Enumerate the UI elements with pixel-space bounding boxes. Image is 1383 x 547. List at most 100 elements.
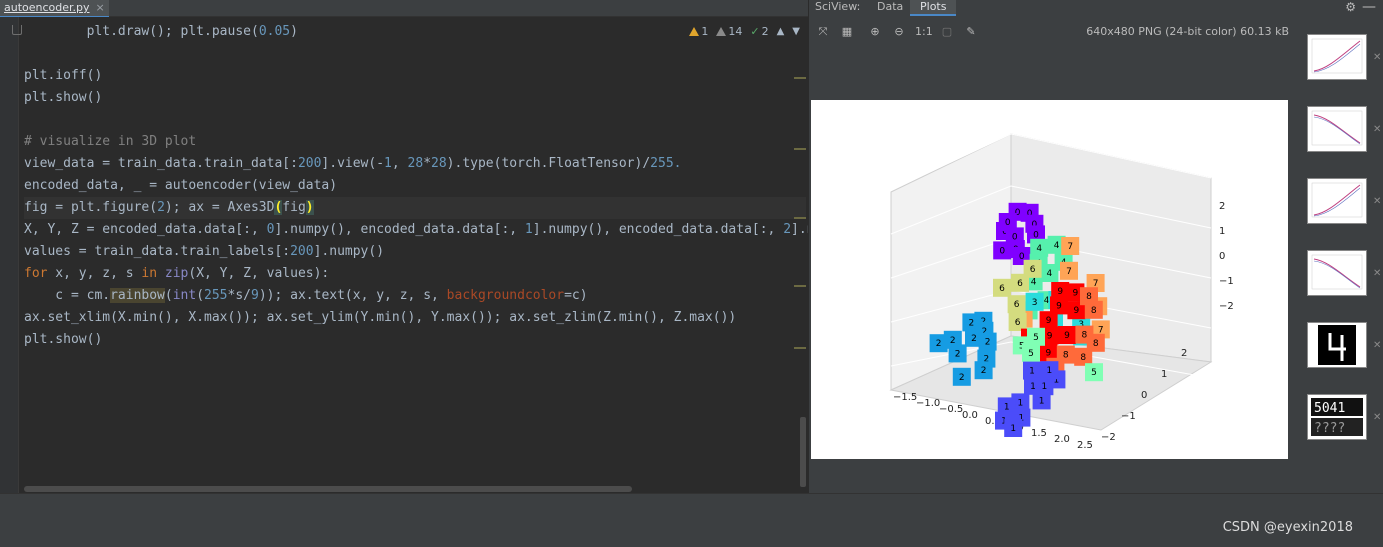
plot-thumbnail[interactable] — [1307, 34, 1367, 80]
data-point-label: 7 — [1061, 237, 1080, 255]
code-line[interactable]: X, Y, Z = encoded_data.data[:, 0].numpy(… — [24, 219, 861, 241]
code-editor[interactable]: 1 14 ✓ 2 ▲ ▼ plt.draw(); plt.pause(0.05) … — [0, 17, 861, 493]
zoom-out-icon[interactable]: ⊖ — [891, 24, 907, 40]
y-tick-label: 2 — [1181, 348, 1187, 359]
y-tick-label: 1 — [1161, 369, 1167, 380]
tab-plots[interactable]: Plots — [910, 0, 957, 16]
code-line[interactable]: encoded_data, _ = autoencoder(view_data) — [24, 175, 806, 197]
data-point-text: 5 — [1033, 333, 1039, 343]
status-bar — [0, 493, 1383, 516]
code-line[interactable]: plt.draw(); plt.pause(0.05) — [24, 21, 806, 43]
data-point-text: 1 — [1004, 402, 1010, 412]
color-picker-icon[interactable]: ✎ — [963, 24, 979, 40]
data-point-text: 6 — [999, 284, 1005, 294]
code-line[interactable]: plt.show() — [24, 329, 806, 351]
data-point-text: 6 — [1015, 318, 1021, 328]
data-point-label: 3 — [1025, 292, 1044, 311]
code-content[interactable]: plt.draw(); plt.pause(0.05) plt.ioff() pl… — [24, 21, 861, 351]
code-line[interactable]: values = train_data.train_labels[:200].n… — [24, 241, 806, 263]
plot-thumbnail[interactable] — [1307, 250, 1367, 296]
actual-size-button[interactable]: 1:1 — [915, 24, 933, 40]
chessboard-icon[interactable]: ▢ — [939, 24, 955, 40]
sciview-title: SciView: — [815, 0, 861, 13]
code-line[interactable]: ax.set_xlim(X.min(), X.max()); ax.set_yl… — [24, 307, 806, 329]
y-tick-label: 0 — [1141, 390, 1147, 401]
data-point-text: 6 — [1030, 265, 1036, 275]
remove-thumbnail-icon[interactable]: ✕ — [1373, 124, 1381, 135]
data-point-text: 1 — [1010, 424, 1016, 434]
data-point-text: 2 — [985, 338, 991, 348]
minimize-icon[interactable]: — — [1362, 0, 1376, 14]
data-point-label: 2 — [974, 361, 993, 380]
data-point-text: 9 — [1047, 331, 1053, 341]
remove-thumbnail-icon[interactable]: ✕ — [1373, 268, 1381, 279]
data-point-text: 8 — [1091, 306, 1097, 316]
svg-text:5041: 5041 — [1314, 401, 1345, 416]
data-point-label: 0 — [998, 213, 1017, 231]
editor-tab-autoencoder[interactable]: autoencoder.py × — [0, 0, 109, 18]
x-tick-label: 2.0 — [1054, 434, 1070, 445]
x-tick-label: 1.5 — [1031, 428, 1047, 439]
bottom-bar — [0, 515, 1383, 547]
data-point-label: 6 — [1007, 295, 1026, 314]
x-tick-label: 0.0 — [962, 410, 978, 421]
y-tick-label: −1 — [1121, 411, 1136, 422]
code-line[interactable] — [24, 43, 806, 65]
data-point-label: 8 — [1084, 300, 1103, 319]
sciview-panel: SciView: Data Plots ⚙ — ⤧ ▦ ⊕ ⊖ 1:1 ▢ ✎ … — [808, 0, 1383, 508]
fold-marker-icon[interactable] — [12, 25, 22, 35]
data-point-label: 5 — [1085, 363, 1103, 382]
data-point-text: 7 — [1066, 267, 1072, 277]
code-line[interactable]: fig = plt.figure(2); ax = Axes3D(fig) — [24, 197, 806, 219]
scroll-marker[interactable] — [794, 285, 806, 287]
x-tick-label: 2.5 — [1077, 440, 1093, 451]
data-point-label: 5 — [1027, 327, 1045, 346]
gear-icon[interactable]: ⚙ — [1345, 0, 1356, 14]
code-line[interactable] — [24, 109, 806, 131]
x-tick-label: −1.5 — [893, 392, 917, 403]
tab-data[interactable]: Data — [877, 0, 903, 14]
data-point-text: 2 — [969, 318, 975, 328]
plot-thumbnail[interactable] — [1307, 322, 1367, 368]
editor-tab-label: autoencoder.py — [4, 1, 90, 14]
data-point-text: 9 — [1057, 287, 1063, 297]
plot-thumbnail[interactable]: 5041???? — [1307, 394, 1367, 440]
scroll-marker[interactable] — [794, 217, 806, 219]
data-point-text: 6 — [1014, 300, 1020, 310]
x-tick-label: −0.5 — [939, 404, 963, 415]
remove-thumbnail-icon[interactable]: ✕ — [1373, 196, 1381, 207]
editor-vertical-scrollbar[interactable] — [800, 417, 806, 487]
scroll-marker[interactable] — [794, 347, 806, 349]
data-point-text: 1 — [1039, 396, 1045, 406]
data-point-label: 5 — [1022, 343, 1040, 362]
data-point-text: 9 — [1046, 316, 1052, 326]
data-point-label: 2 — [965, 328, 983, 347]
data-point-label: 8 — [1086, 333, 1105, 352]
editor-gutter — [0, 17, 22, 493]
code-line[interactable]: plt.ioff() — [24, 65, 806, 87]
zoom-in-icon[interactable]: ⊕ — [867, 24, 883, 40]
scroll-marker[interactable] — [794, 77, 806, 79]
code-line[interactable]: c = cm.rainbow(int(255*s/9)); ax.text(x,… — [24, 285, 806, 307]
code-line[interactable]: view_data = train_data.train_data[:200].… — [24, 153, 806, 175]
data-point-label: 2 — [929, 334, 948, 353]
data-point-text: 8 — [1086, 292, 1092, 302]
plot-thumbnail[interactable] — [1307, 178, 1367, 224]
data-point-label: 1 — [1004, 419, 1023, 437]
code-line[interactable]: for x, y, z, s in zip(X, Y, Z, values): — [24, 263, 806, 285]
tab-close-icon[interactable]: × — [96, 1, 105, 14]
data-point-label: 9 — [1058, 326, 1076, 344]
grid-icon[interactable]: ▦ — [839, 24, 855, 40]
editor-horizontal-scrollbar[interactable] — [24, 486, 632, 492]
data-point-text: 4 — [1054, 241, 1060, 251]
code-line[interactable]: plt.show() — [24, 87, 806, 109]
code-line[interactable]: # visualize in 3D plot — [24, 131, 806, 153]
remove-thumbnail-icon[interactable]: ✕ — [1373, 340, 1381, 351]
remove-thumbnail-icon[interactable]: ✕ — [1373, 412, 1381, 423]
data-point-text: 2 — [936, 339, 942, 349]
scroll-marker[interactable] — [794, 148, 806, 150]
remove-thumbnail-icon[interactable]: ✕ — [1373, 52, 1381, 63]
data-point-text: 7 — [1067, 242, 1073, 252]
fit-screen-icon[interactable]: ⤧ — [815, 24, 831, 40]
plot-thumbnail[interactable] — [1307, 106, 1367, 152]
